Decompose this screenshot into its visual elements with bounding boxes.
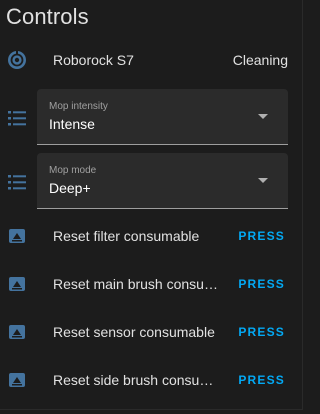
card-title: Controls [6, 4, 89, 29]
button-label: Reset main brush consumable [53, 276, 218, 292]
select-value: Intense [49, 116, 95, 132]
press-button[interactable]: PRESS [230, 369, 293, 391]
select-label: Mop mode [49, 165, 97, 176]
gesture-tap-button-icon [7, 322, 27, 342]
mop-intensity-select[interactable]: Mop intensity Intense [37, 89, 288, 145]
reset-side-brush-row: Reset side brush consumable PRESS [0, 366, 303, 394]
dropdown-arrow-icon [258, 114, 268, 119]
mop-mode-select[interactable]: Mop mode Deep+ [37, 153, 288, 209]
format-list-bulleted-icon [7, 108, 27, 128]
reset-filter-row: Reset filter consumable PRESS [0, 222, 303, 250]
press-button[interactable]: PRESS [230, 321, 293, 343]
button-label: Reset side brush consumable [53, 372, 218, 388]
select-label: Mop intensity [49, 101, 108, 112]
gesture-tap-button-icon [7, 274, 27, 294]
press-button[interactable]: PRESS [230, 273, 293, 295]
controls-card: Controls Roborock S7 Cleaning Mop intens… [0, 0, 303, 410]
button-label: Reset sensor consumable [53, 324, 215, 340]
dropdown-arrow-icon [258, 178, 268, 183]
robot-vacuum-icon [7, 50, 27, 70]
reset-sensor-row: Reset sensor consumable PRESS [0, 318, 303, 346]
press-button[interactable]: PRESS [230, 225, 293, 247]
reset-main-brush-row: Reset main brush consumable PRESS [0, 270, 303, 298]
vacuum-state: Cleaning [232, 52, 288, 68]
button-label: Reset filter consumable [53, 228, 200, 244]
vacuum-row[interactable]: Roborock S7 Cleaning [0, 46, 303, 74]
gesture-tap-button-icon [7, 226, 27, 246]
gesture-tap-button-icon [7, 370, 27, 390]
select-value: Deep+ [49, 180, 91, 196]
format-list-bulleted-icon [7, 172, 27, 192]
vacuum-name: Roborock S7 [53, 52, 134, 68]
